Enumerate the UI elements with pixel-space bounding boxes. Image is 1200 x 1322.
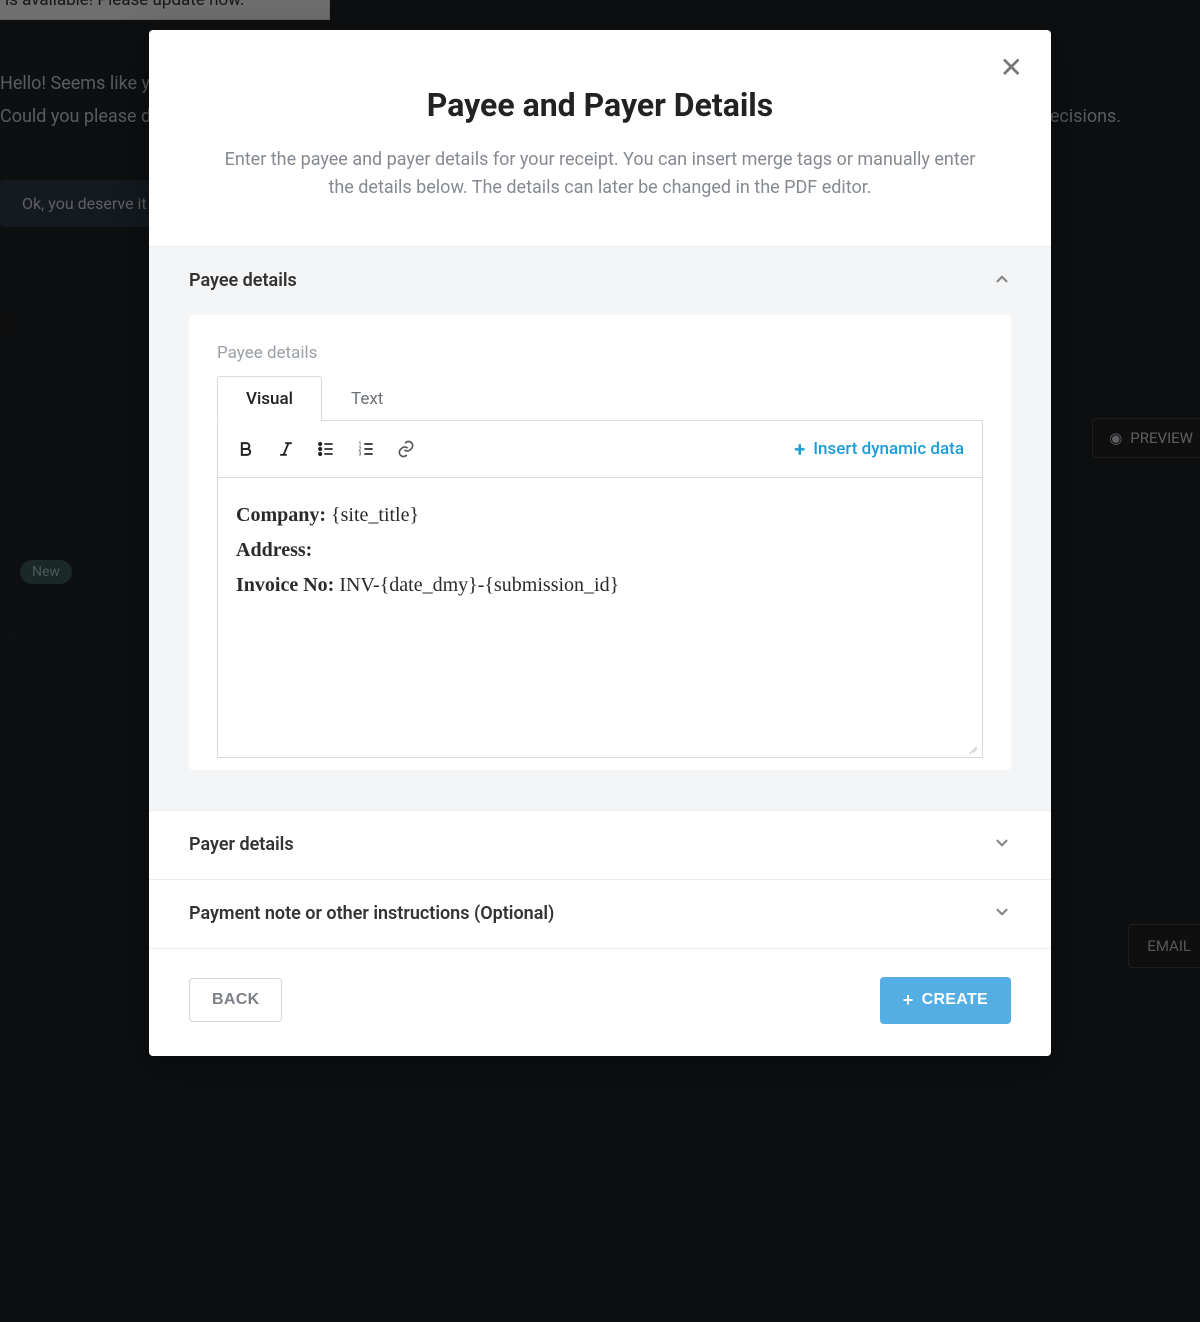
plus-icon: +: [794, 437, 805, 461]
resize-handle-icon[interactable]: [966, 741, 978, 753]
insert-dynamic-data-label: Insert dynamic data: [813, 439, 964, 459]
italic-button[interactable]: [268, 431, 304, 467]
chevron-up-icon: [993, 269, 1011, 293]
close-icon[interactable]: ✕: [1000, 54, 1023, 82]
tab-visual[interactable]: Visual: [217, 376, 322, 421]
numbered-list-button[interactable]: 123: [348, 431, 384, 467]
accordion-payer-label: Payer details: [189, 834, 294, 855]
payee-payer-modal: ✕ Payee and Payer Details Enter the paye…: [149, 30, 1051, 1056]
address-label: Address:: [236, 539, 312, 561]
svg-text:3: 3: [359, 451, 362, 457]
invoice-label: Invoice No:: [236, 574, 334, 596]
chevron-down-icon: [993, 902, 1011, 926]
company-value: {site_title}: [331, 504, 419, 526]
link-button[interactable]: [388, 431, 424, 467]
accordion-payee-header[interactable]: Payee details: [149, 247, 1051, 315]
modal-header: ✕ Payee and Payer Details Enter the paye…: [149, 30, 1051, 247]
accordion-payee: Payee details Payee details Visual Text: [149, 247, 1051, 811]
editor-toolbar: 123 + Insert dynamic data: [217, 420, 983, 478]
italic-icon: [276, 439, 296, 459]
invoice-value: INV-{date_dmy}-{submission_id}: [339, 574, 619, 596]
accordion-payment-note: Payment note or other instructions (Opti…: [149, 880, 1051, 949]
tab-text[interactable]: Text: [322, 376, 412, 421]
accordion-payer: Payer details: [149, 811, 1051, 880]
back-button[interactable]: BACK: [189, 978, 282, 1022]
editor-tabs: Visual Text: [217, 375, 983, 420]
chevron-down-icon: [993, 833, 1011, 857]
company-label: Company:: [236, 504, 326, 526]
accordion-payment-note-header[interactable]: Payment note or other instructions (Opti…: [149, 880, 1051, 948]
accordion-payee-body: Payee details Visual Text: [149, 315, 1051, 810]
accordion-payer-header[interactable]: Payer details: [149, 811, 1051, 879]
create-button[interactable]: + CREATE: [880, 977, 1011, 1024]
accordion-payment-note-label: Payment note or other instructions (Opti…: [189, 903, 554, 924]
numbered-list-icon: 123: [356, 439, 376, 459]
create-button-label: CREATE: [922, 991, 988, 1009]
accordion-payee-label: Payee details: [189, 270, 297, 291]
link-icon: [396, 439, 416, 459]
payee-editor-content[interactable]: Company: {site_title} Address: Invoice N…: [217, 478, 983, 758]
modal-title: Payee and Payer Details: [193, 86, 1007, 124]
editor-format-tools: 123: [228, 431, 424, 467]
payee-editor-card: Payee details Visual Text: [189, 315, 1011, 770]
plus-icon: +: [903, 990, 914, 1011]
bullet-list-icon: [316, 439, 336, 459]
insert-dynamic-data[interactable]: + Insert dynamic data: [794, 437, 964, 461]
modal-subtitle: Enter the payee and payer details for yo…: [210, 146, 990, 202]
bullet-list-button[interactable]: [308, 431, 344, 467]
bold-button[interactable]: [228, 431, 264, 467]
payee-field-label: Payee details: [217, 343, 983, 363]
modal-footer: BACK + CREATE: [149, 949, 1051, 1056]
bold-icon: [236, 439, 256, 459]
